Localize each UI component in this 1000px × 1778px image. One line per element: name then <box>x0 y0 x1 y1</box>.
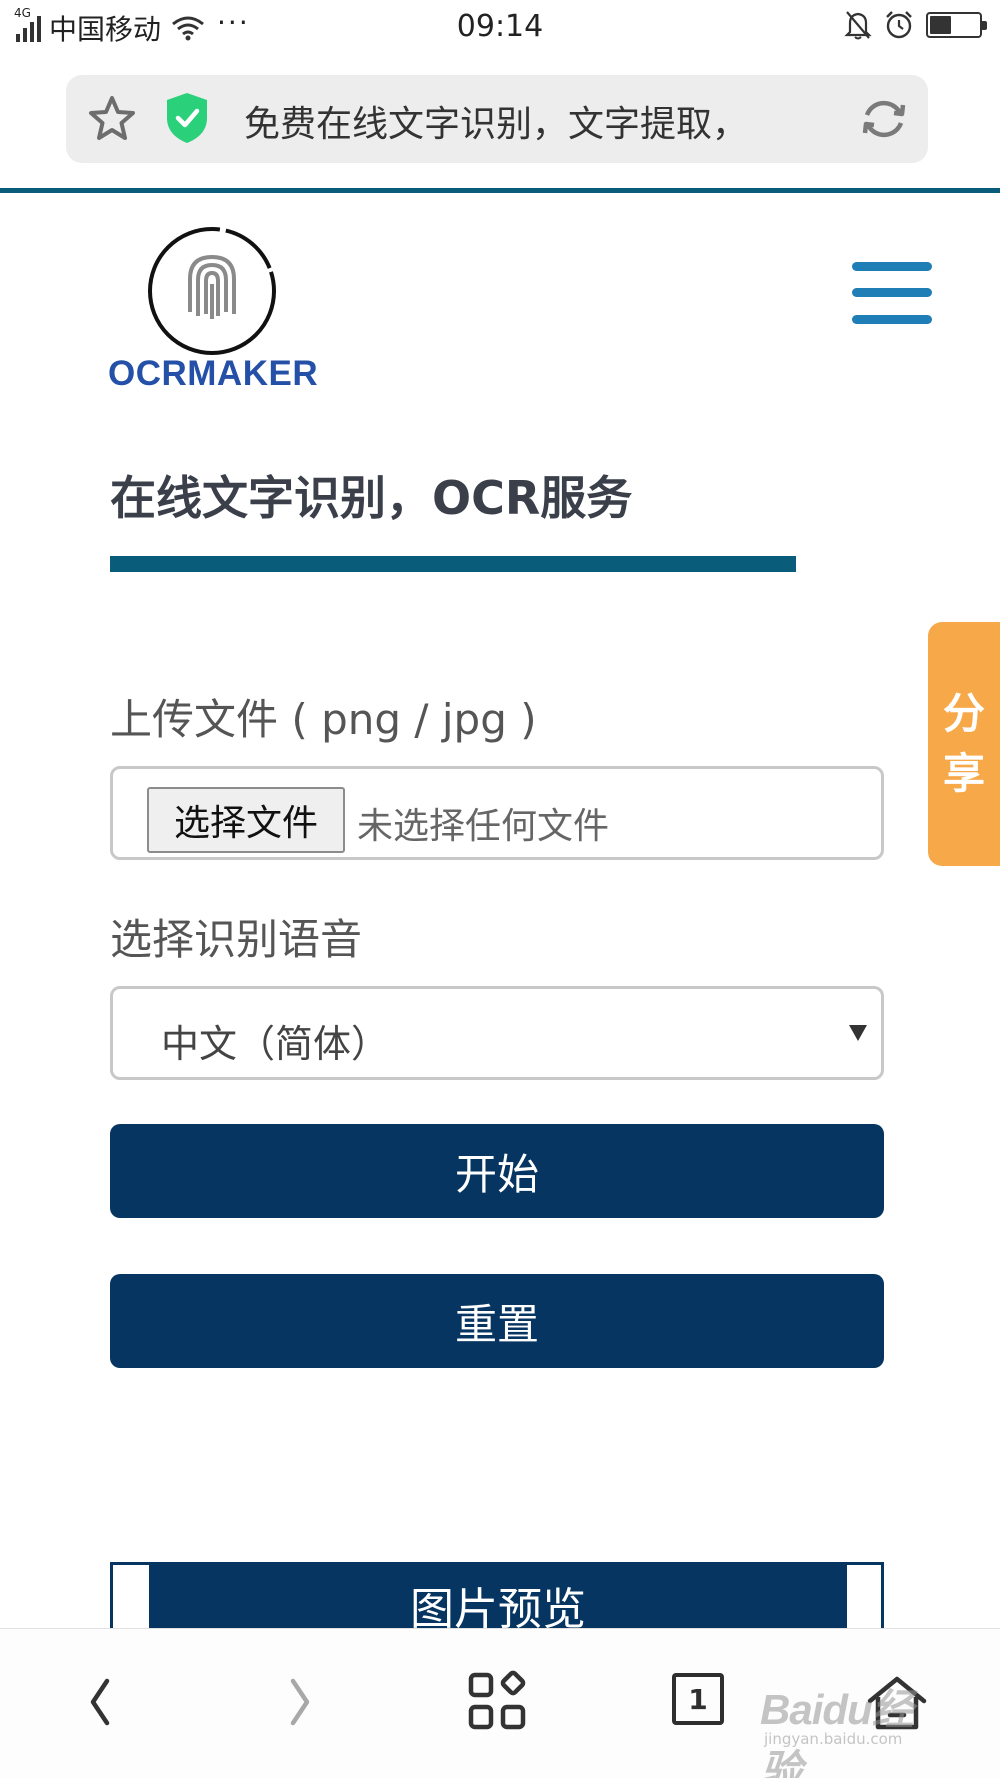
no-file-chosen-text: 未选择任何文件 <box>357 806 610 847</box>
start-button[interactable]: 开始 <box>110 1124 884 1218</box>
header-rule <box>0 188 1000 193</box>
page: 4G 中国移动 ··· 09:14 免费在线文字识别，文字提取，... OCRM… <box>0 0 1000 1778</box>
forward-arrow-icon[interactable] <box>265 1667 335 1737</box>
language-selected-value: 中文（简体） <box>161 1022 390 1066</box>
baidu-jingyan-watermark: Baidu经验 jingyan.baidu.com <box>760 1676 940 1778</box>
fingerprint-logo-icon <box>148 227 276 355</box>
image-preview-header: 图片预览 <box>149 1565 847 1630</box>
status-bar: 4G 中国移动 ··· 09:14 <box>0 0 1000 52</box>
status-right <box>844 10 987 40</box>
share-char: 分 <box>942 689 985 738</box>
menu-line-icon <box>852 288 932 297</box>
watermark-url: jingyan.baidu.com <box>764 1730 903 1748</box>
battery-fill <box>930 16 951 34</box>
reset-button[interactable]: 重置 <box>110 1274 884 1368</box>
upload-label: 上传文件 ( png / jpg ) <box>110 695 537 744</box>
menu-line-icon <box>852 262 932 271</box>
title-underline <box>110 556 796 572</box>
hamburger-menu-button[interactable] <box>852 262 932 324</box>
watermark-logo: Baidu经验 <box>760 1686 914 1778</box>
logo-wordmark: OCRMAKER <box>108 354 319 393</box>
file-input[interactable]: 选择文件 未选择任何文件 <box>110 766 884 860</box>
image-preview-panel: 图片预览 <box>110 1562 884 1630</box>
address-bar[interactable]: 免费在线文字识别，文字提取，... <box>66 75 928 163</box>
refresh-icon[interactable] <box>858 93 910 145</box>
page-title-in-address-bar[interactable]: 免费在线文字识别，文字提取，... <box>244 95 744 147</box>
choose-file-button[interactable]: 选择文件 <box>147 787 345 853</box>
back-arrow-icon[interactable] <box>65 1667 135 1737</box>
site-logo[interactable]: OCRMAKER <box>108 224 318 396</box>
share-tab-button[interactable]: 分 享 <box>928 622 1000 866</box>
language-select[interactable]: 中文（简体） <box>110 986 884 1080</box>
dropdown-arrow-icon <box>849 1025 867 1041</box>
mute-bell-icon <box>844 11 872 40</box>
security-shield-icon[interactable] <box>164 91 210 145</box>
tabs-button[interactable]: 1 <box>664 1667 734 1737</box>
alarm-icon <box>886 11 912 39</box>
bookmark-star-icon[interactable] <box>86 93 138 145</box>
page-title: 在线文字识别，OCR服务 <box>110 471 633 525</box>
language-label: 选择识别语音 <box>110 915 363 964</box>
tab-count-icon: 1 <box>672 1673 724 1725</box>
menu-line-icon <box>852 315 932 324</box>
apps-grid-icon[interactable] <box>463 1667 533 1737</box>
share-char: 享 <box>942 749 985 798</box>
battery-icon <box>926 12 987 38</box>
